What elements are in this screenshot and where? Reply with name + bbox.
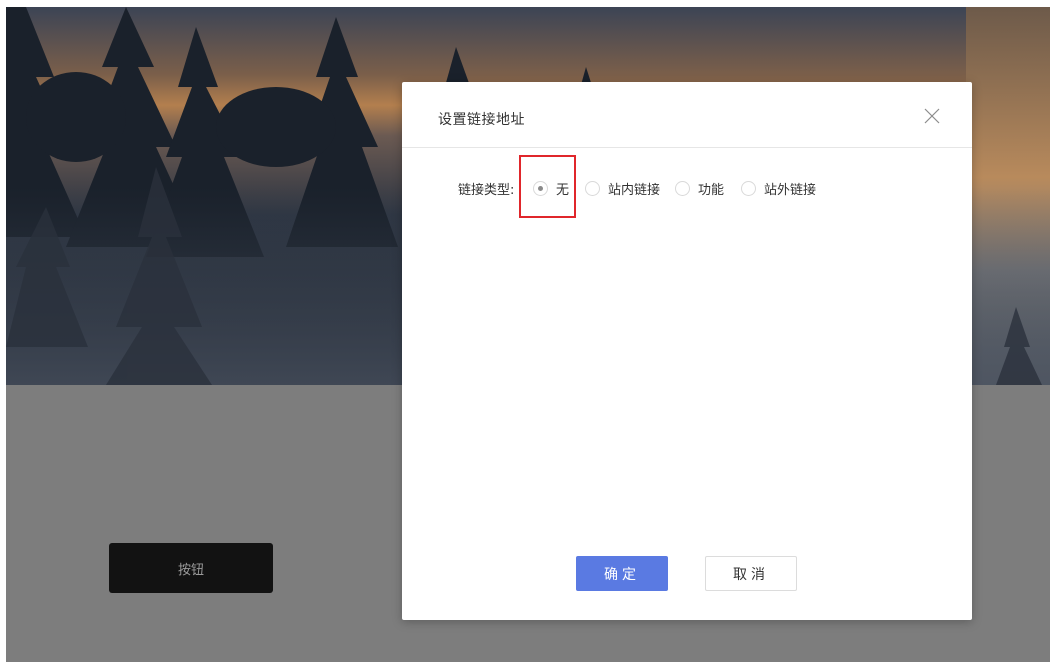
- cancel-button[interactable]: 取消: [705, 556, 797, 591]
- radio-option-function[interactable]: 功能: [675, 178, 724, 198]
- radio-unchecked-icon[interactable]: [675, 180, 690, 196]
- annotation-highlight-box: [519, 155, 576, 218]
- radio-unchecked-icon[interactable]: [585, 180, 600, 196]
- dialog-header: 设置链接地址: [402, 82, 972, 148]
- link-type-label: 链接类型:: [458, 183, 515, 198]
- radio-option-external-link[interactable]: 站外链接: [741, 178, 816, 198]
- page-button[interactable]: 按钮: [109, 543, 273, 593]
- close-icon[interactable]: [920, 104, 944, 128]
- radio-option-internal-link[interactable]: 站内链接: [585, 178, 660, 198]
- radio-label-external-link: 站外链接: [764, 182, 817, 198]
- radio-label-internal-link: 站内链接: [608, 182, 661, 198]
- link-settings-dialog: 设置链接地址 链接类型: 无 站内链接 功能 站外链接 确定 取消: [402, 82, 972, 620]
- radio-label-function: 功能: [698, 182, 725, 198]
- dialog-title: 设置链接地址: [438, 112, 525, 128]
- confirm-button[interactable]: 确定: [576, 556, 668, 591]
- radio-unchecked-icon[interactable]: [741, 180, 756, 196]
- link-type-field: 链接类型: 无 站内链接 功能 站外链接: [402, 178, 972, 200]
